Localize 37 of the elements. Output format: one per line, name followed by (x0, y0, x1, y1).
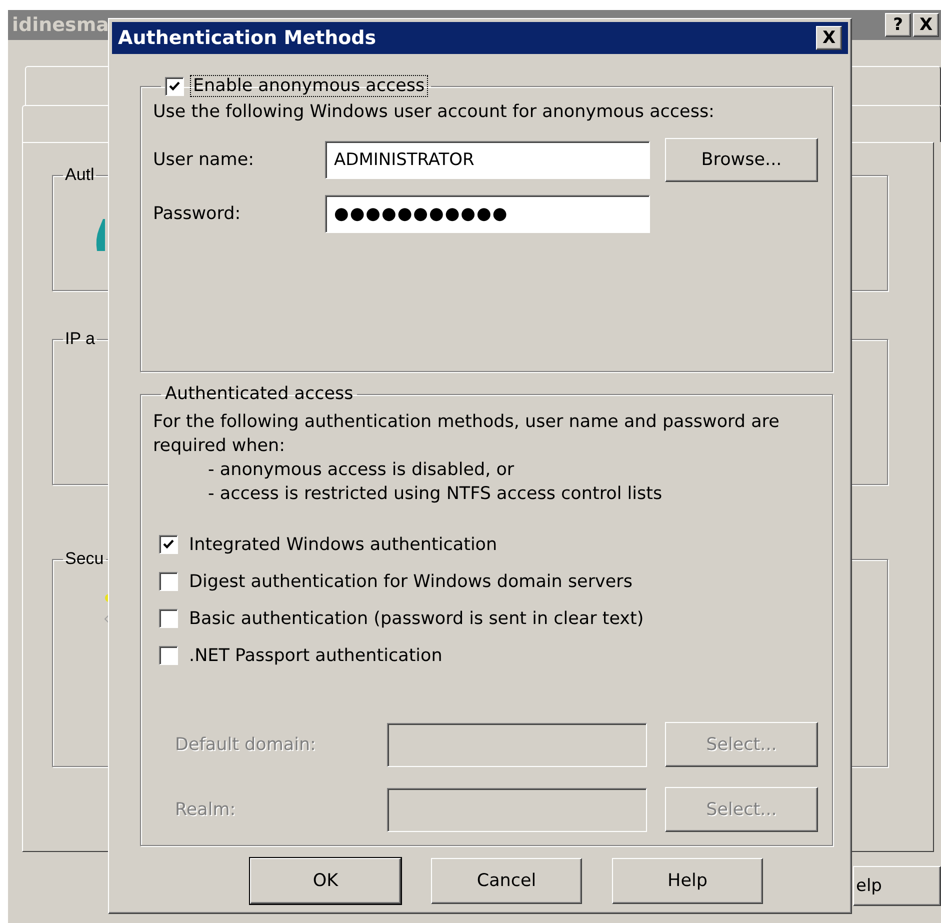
user-name-field[interactable]: ADMINISTRATOR (325, 141, 650, 179)
checkbox-label[interactable]: Digest authentication for Windows domain servers (189, 572, 632, 592)
password-field[interactable]: ●●●●●●●●●●● (325, 195, 650, 233)
checkbox-label[interactable]: Basic authentication (password is sent in clear text) (189, 608, 644, 628)
checkbox-label[interactable]: Enable anonymous access (191, 76, 427, 96)
field-label: Password: (153, 204, 242, 224)
dialog-title: Authentication Methods (118, 27, 378, 49)
dialog-button[interactable]: Cancel (431, 858, 582, 904)
group-label: Secu (65, 549, 104, 568)
checkbox[interactable] (165, 76, 184, 96)
close-button[interactable]: X (816, 26, 842, 50)
checkmark-icon (162, 538, 175, 551)
checkbox[interactable] (159, 609, 178, 628)
background-button[interactable]: elp (853, 866, 941, 906)
field-label: Realm: (174, 800, 237, 820)
checkbox[interactable] (159, 572, 178, 591)
close-button[interactable]: X (913, 13, 939, 37)
field-label: User name: (153, 150, 255, 170)
checkbox-label[interactable]: Integrated Windows authentication (189, 534, 498, 554)
dialog-button[interactable]: Help (612, 858, 763, 904)
checkbox[interactable] (159, 646, 178, 665)
group-label: Autl (65, 165, 94, 184)
window-title: idinesma (12, 14, 110, 36)
group-label: IP a (65, 329, 95, 348)
checkmark-icon (168, 80, 181, 92)
group-label: Authenticated access (165, 384, 354, 404)
droplet-icon (95, 219, 105, 251)
condition-text: - anonymous access is disabled, or (207, 459, 516, 482)
checkbox-label[interactable]: .NET Passport authentication (189, 646, 442, 666)
dialog-button[interactable]: OK (250, 858, 401, 904)
condition-text: - access is restricted using NTFS access control lists (207, 483, 664, 506)
description-text: Use the following Windows user account for anonymous access: (153, 101, 716, 124)
field-label: Default domain: (174, 734, 317, 754)
description-text: For the following authentication methods, user name and password are required when: (153, 411, 780, 458)
help-button[interactable]: ? (885, 13, 911, 37)
checkbox[interactable] (159, 535, 178, 554)
browse-button[interactable]: Browse... (665, 138, 818, 182)
